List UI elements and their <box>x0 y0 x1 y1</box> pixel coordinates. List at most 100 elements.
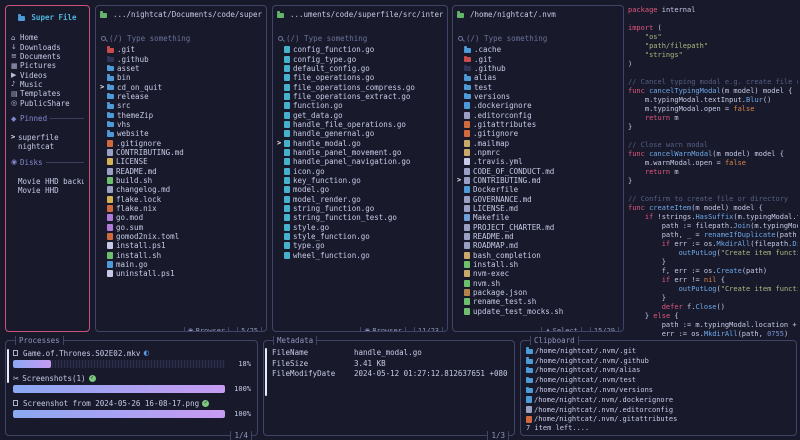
clipboard-item[interactable]: /home/nightcat/.nvm/.github <box>526 356 792 366</box>
sidebar-item-publicshare[interactable]: ◎PublicShare <box>11 98 84 107</box>
file-row[interactable]: asset <box>100 64 262 73</box>
file-row[interactable]: .git <box>100 45 262 54</box>
file-row[interactable]: test <box>457 82 619 91</box>
file-row[interactable]: go.mod <box>100 213 262 222</box>
file-row[interactable]: .github <box>457 64 619 73</box>
clipboard-item[interactable]: /home/nightcat/.nvm/versions <box>526 385 792 395</box>
sidebar-entry[interactable]: Movie HHD <box>11 186 84 195</box>
file-row[interactable]: style_function.go <box>277 232 443 241</box>
file-row[interactable]: package.json <box>457 288 619 297</box>
file-row[interactable]: file_operations.go <box>277 73 443 82</box>
file-row[interactable]: handle_panel_navigation.go <box>277 157 443 166</box>
sidebar-item-home[interactable]: ⌂Home <box>11 33 84 42</box>
file-row[interactable]: .dockerignore <box>457 101 619 110</box>
file-row[interactable]: CODE_OF_CONDUCT.md <box>457 166 619 175</box>
file-row[interactable]: GOVERNANCE.md <box>457 195 619 204</box>
file-row[interactable]: uninstall.ps1 <box>100 269 262 278</box>
file-row[interactable]: string_function_test.go <box>277 213 443 222</box>
file-row[interactable]: .travis.yml <box>457 157 619 166</box>
file-row[interactable]: config_function.go <box>277 45 443 54</box>
file-row[interactable]: install.sh <box>100 251 262 260</box>
file-row[interactable]: handle_panel_movement.go <box>277 148 443 157</box>
clipboard-item[interactable]: /home/nightcat/.nvm/alias <box>526 366 792 376</box>
file-row[interactable]: build.sh <box>100 176 262 185</box>
file-row[interactable]: >CONTRIBUTING.md <box>457 176 619 185</box>
file-row[interactable]: icon.go <box>277 166 443 175</box>
file-row[interactable]: README.md <box>457 232 619 241</box>
file-row[interactable]: model_render.go <box>277 195 443 204</box>
file-row[interactable]: Makefile <box>457 213 619 222</box>
file-row[interactable]: Dockerfile <box>457 185 619 194</box>
file-row[interactable]: .editorconfig <box>457 110 619 119</box>
file-row[interactable]: ROADMAP.md <box>457 241 619 250</box>
sidebar-entry[interactable]: >superfile <box>11 133 84 142</box>
file-row[interactable]: type.go <box>277 241 443 250</box>
search-input[interactable]: (/) Type something <box>100 33 262 43</box>
file-row[interactable]: gomod2nix.toml <box>100 232 262 241</box>
file-row[interactable]: go.sum <box>100 223 262 232</box>
file-row[interactable]: .gitignore <box>457 129 619 138</box>
file-row[interactable]: nvm.sh <box>457 279 619 288</box>
sidebar-item-videos[interactable]: ▶Videos <box>11 70 84 79</box>
file-row[interactable]: LICENSE.md <box>457 204 619 213</box>
sidebar-entry[interactable]: Movie HHD backu... <box>11 176 84 185</box>
file-row[interactable]: string_function.go <box>277 204 443 213</box>
file-row[interactable]: wheel_function.go <box>277 251 443 260</box>
sidebar-item-templates[interactable]: ▤Templates <box>11 89 84 98</box>
file-row[interactable]: file_operations_compress.go <box>277 82 443 91</box>
file-row[interactable]: get_data.go <box>277 110 443 119</box>
file-row[interactable]: .gitignore <box>100 138 262 147</box>
file-row[interactable]: main.go <box>100 260 262 269</box>
file-row[interactable]: bash_completion <box>457 251 619 260</box>
file-row[interactable]: changelog.md <box>100 185 262 194</box>
file-row[interactable]: .gitattributes <box>457 120 619 129</box>
sidebar-item-pictures[interactable]: ▦Pictures <box>11 61 84 70</box>
file-row[interactable]: website <box>100 129 262 138</box>
file-row[interactable]: handle_file_operations.go <box>277 120 443 129</box>
process-item[interactable]: ✂Screenshots(1)✓100% <box>13 373 251 393</box>
processes-scrollbar[interactable] <box>7 349 9 383</box>
sidebar-item-music[interactable]: ♪Music <box>11 80 84 89</box>
file-row[interactable]: install.ps1 <box>100 241 262 250</box>
file-row[interactable]: default_config.go <box>277 64 443 73</box>
process-item[interactable]: Screenshot from 2024-05-26 16-08-17.png✓… <box>13 398 251 418</box>
file-row[interactable]: bin <box>100 73 262 82</box>
file-row[interactable]: install.sh <box>457 260 619 269</box>
file-row[interactable]: nvm-exec <box>457 269 619 278</box>
sidebar-item-documents[interactable]: ≡Documents <box>11 52 84 61</box>
file-row[interactable]: model.go <box>277 185 443 194</box>
clipboard-item[interactable]: /home/nightcat/.nvm/.editorconfig <box>526 405 792 415</box>
file-row[interactable]: flake.lock <box>100 195 262 204</box>
file-row[interactable]: flake.nix <box>100 204 262 213</box>
file-row[interactable]: style.go <box>277 223 443 232</box>
file-row[interactable]: vhs <box>100 120 262 129</box>
file-row[interactable]: rename_test.sh <box>457 297 619 306</box>
search-input[interactable]: (/) Type something <box>277 33 443 43</box>
metadata-scrollbar[interactable] <box>265 348 267 396</box>
file-row[interactable]: handle_genernal.go <box>277 129 443 138</box>
clipboard-item[interactable]: /home/nightcat/.nvm/.gitattributes <box>526 415 792 425</box>
file-row[interactable]: themeZip <box>100 110 262 119</box>
file-row[interactable]: .mailmap <box>457 138 619 147</box>
file-row[interactable]: README.md <box>100 166 262 175</box>
file-row[interactable]: config_type.go <box>277 54 443 63</box>
file-row[interactable]: .git <box>457 54 619 63</box>
file-row[interactable]: LICENSE <box>100 157 262 166</box>
file-row[interactable]: PROJECT_CHARTER.md <box>457 223 619 232</box>
file-row[interactable]: file_operations_extract.go <box>277 92 443 101</box>
search-input[interactable]: (/) Type something <box>457 33 619 43</box>
file-row[interactable]: >handle_modal.go <box>277 138 443 147</box>
file-row[interactable]: >cd_on_quit <box>100 82 262 91</box>
file-row[interactable]: versions <box>457 92 619 101</box>
process-item[interactable]: Game.of.Thrones.S02E02.mkv◐18% <box>13 348 251 368</box>
file-row[interactable]: CONTRIBUTING.md <box>100 148 262 157</box>
clipboard-item[interactable]: /home/nightcat/.nvm/.git <box>526 346 792 356</box>
file-row[interactable]: .cache <box>457 45 619 54</box>
file-row[interactable]: alias <box>457 73 619 82</box>
file-row[interactable]: .npmrc <box>457 148 619 157</box>
clipboard-item[interactable]: /home/nightcat/.nvm/.dockerignore <box>526 395 792 405</box>
file-row[interactable]: key_function.go <box>277 176 443 185</box>
sidebar-item-downloads[interactable]: ↓Downloads <box>11 42 84 51</box>
file-row[interactable]: src <box>100 101 262 110</box>
file-row[interactable]: update_test_mocks.sh <box>457 307 619 316</box>
